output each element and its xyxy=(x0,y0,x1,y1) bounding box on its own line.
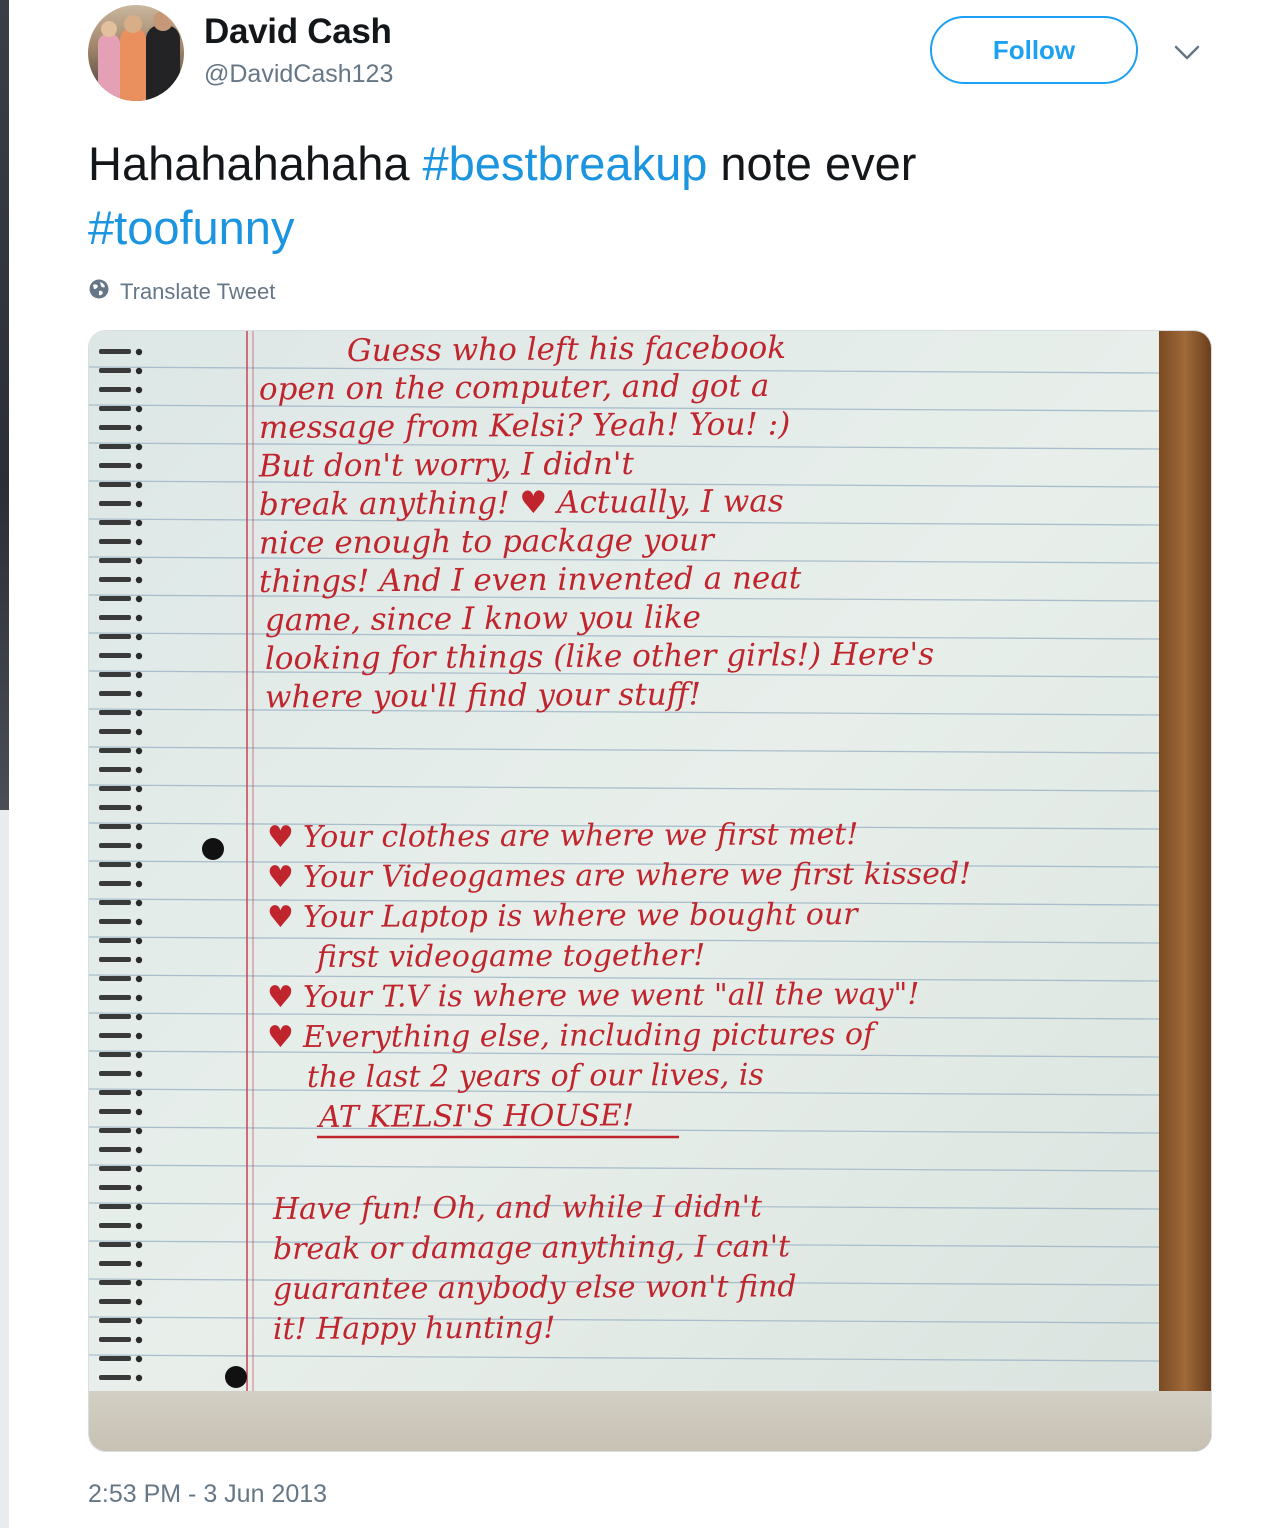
tweet-text: Hahahahahaha #bestbreakup note ever #toof… xyxy=(88,132,1208,260)
follow-button[interactable]: Follow xyxy=(930,16,1138,84)
heart-icon: ♥ xyxy=(267,900,294,935)
note-list-item: Your T.V is where we went "all the way"! xyxy=(303,977,920,1015)
hashtag-link[interactable]: #toofunny xyxy=(88,201,294,254)
window-edge-lower xyxy=(0,810,9,1528)
note-line: game, since I know you like xyxy=(265,599,701,638)
note-list-item: Your Videogames are where we first kisse… xyxy=(303,857,971,895)
note-line: open on the computer, and got a xyxy=(259,368,770,408)
avatar[interactable] xyxy=(88,5,184,101)
note-list-item: AT KELSI'S HOUSE! xyxy=(316,1098,634,1135)
note-line: break anything! ♥ Actually, I was xyxy=(259,483,784,523)
tweet-timestamp[interactable]: 2:53 PM - 3 Jun 2013 xyxy=(88,1480,327,1509)
note-line: looking for things (like other girls!) H… xyxy=(265,636,934,677)
author-handle[interactable]: @DavidCash123 xyxy=(204,60,393,89)
translate-label: Translate Tweet xyxy=(120,279,276,304)
note-list-item: first videogame together! xyxy=(315,938,706,975)
note-closing-line: it! Happy hunting! xyxy=(273,1311,556,1347)
note-closing-line: Have fun! Oh, and while I didn't xyxy=(272,1189,763,1227)
note-line: things! And I even invented a neat xyxy=(259,560,802,600)
note-closing-line: guarantee anybody else won't find xyxy=(273,1269,797,1307)
note-line: But don't worry, I didn't xyxy=(258,446,635,485)
hashtag-link[interactable]: #bestbreakup xyxy=(423,137,708,190)
notebook-photo: Guess who left his facebookopen on the c… xyxy=(89,331,1211,1451)
note-line: message from Kelsi? Yeah! You! :) xyxy=(259,406,791,446)
heart-icon: ♥ xyxy=(267,1020,294,1055)
note-list-item: Your clothes are where we first met! xyxy=(303,817,859,855)
note-line: Guess who left his facebook xyxy=(347,331,786,369)
note-line: nice enough to package your xyxy=(259,522,716,561)
note-list-item: Everything else, including pictures of xyxy=(302,1017,879,1055)
tweet-text-part: note ever xyxy=(707,137,917,190)
heart-icon: ♥ xyxy=(267,860,294,895)
note-closing-line: break or damage anything, I can't xyxy=(273,1229,791,1267)
tweet-text-part: Hahahahahaha xyxy=(88,137,423,190)
globe-icon xyxy=(88,278,110,306)
chevron-down-icon[interactable] xyxy=(1172,38,1202,68)
tweet-photo[interactable]: Guess who left his facebook open on the c… xyxy=(88,330,1212,1452)
note-line: where you'll find your stuff! xyxy=(265,676,701,715)
author-display-name[interactable]: David Cash xyxy=(204,12,392,52)
window-edge xyxy=(0,0,9,810)
heart-icon: ♥ xyxy=(267,980,294,1015)
translate-tweet-link[interactable]: Translate Tweet xyxy=(88,278,275,306)
note-list-item: the last 2 years of our lives, is xyxy=(307,1058,764,1095)
note-list-item: Your Laptop is where we bought our xyxy=(303,897,859,935)
heart-icon: ♥ xyxy=(267,820,294,855)
